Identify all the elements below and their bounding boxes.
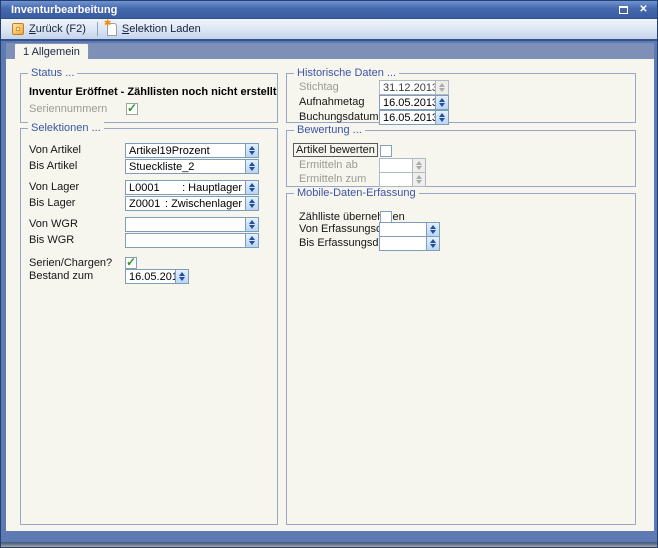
bis-artikel-label: Bis Artikel xyxy=(29,160,77,172)
aufnahmetag-label: Aufnahmetag xyxy=(299,96,364,108)
group-mobile-title: Mobile-Daten-Erfassung xyxy=(294,187,419,200)
bis-erfassungsdatum-spinner[interactable] xyxy=(426,236,440,251)
seriennummern-checkbox xyxy=(126,103,138,115)
ermitteln-ab-label: Ermitteln ab xyxy=(299,159,358,171)
stichtag-spinner xyxy=(435,80,449,95)
von-wgr-label: Von WGR xyxy=(29,218,78,230)
group-status-title: Status ... xyxy=(28,67,77,80)
restore-icon xyxy=(619,6,628,14)
bestand-zum-label: Bestand zum xyxy=(29,270,93,282)
restore-button[interactable] xyxy=(617,4,630,16)
bis-lager-code: Z0001 xyxy=(129,198,165,210)
von-erfassungsdatum-spinner[interactable] xyxy=(426,222,440,237)
bis-lager-label: Bis Lager xyxy=(29,197,75,209)
serien-chargen-label: Serien/Chargen? xyxy=(29,257,112,269)
buchungsdatum-label: Buchungsdatum xyxy=(299,111,379,123)
ermitteln-zum-field xyxy=(379,172,426,187)
bis-artikel-spinner[interactable] xyxy=(245,159,259,174)
von-erfassungsdatum-field[interactable] xyxy=(379,222,440,237)
bis-lager-spinner[interactable] xyxy=(245,196,259,211)
stichtag-field: 31.12.2013 /Di xyxy=(379,80,449,95)
bis-lager-field[interactable]: Z0001: Zwischenlager xyxy=(125,196,259,211)
bis-erfassungsdatum-value[interactable] xyxy=(379,236,427,251)
ermitteln-zum-value xyxy=(379,172,413,187)
tab-strip: 1 Allgemein xyxy=(6,43,654,59)
von-lager-field[interactable]: L0001: Hauptlager xyxy=(125,180,259,195)
von-wgr-value[interactable] xyxy=(125,217,246,232)
load-selection-label: Selektion Laden xyxy=(122,23,201,35)
bis-erfassungsdatum-field[interactable] xyxy=(379,236,440,251)
ermitteln-zum-spinner xyxy=(412,172,426,187)
buchungsdatum-value[interactable]: 16.05.2013 /Do xyxy=(379,110,436,125)
group-selektionen: Selektionen ... Von Artikel Artikel19Pro… xyxy=(20,128,278,525)
buchungsdatum-field[interactable]: 16.05.2013 /Do xyxy=(379,110,449,125)
von-artikel-value[interactable]: Artikel19Prozent xyxy=(125,143,246,158)
artikel-bewerten-label: Artikel bewerten xyxy=(293,143,378,157)
group-historische-daten: Historische Daten ... Stichtag 31.12.201… xyxy=(286,73,636,123)
aufnahmetag-value[interactable]: 16.05.2013 /Do xyxy=(379,95,436,110)
artikel-bewerten-checkbox[interactable] xyxy=(380,145,392,157)
window-bottom-shadow xyxy=(1,542,658,547)
app-window: Inventurbearbeitung Zurück (F2) Selektio… xyxy=(0,0,658,548)
group-status: Status ... Inventur Eröffnet - Zählliste… xyxy=(20,73,278,123)
von-artikel-spinner[interactable] xyxy=(245,143,259,158)
von-wgr-spinner[interactable] xyxy=(245,217,259,232)
ermitteln-ab-spinner xyxy=(412,158,426,173)
window-title: Inventurbearbeitung xyxy=(11,4,117,16)
back-button-label: Zurück (F2) xyxy=(29,23,86,35)
aufnahmetag-spinner[interactable] xyxy=(435,95,449,110)
von-artikel-field[interactable]: Artikel19Prozent xyxy=(125,143,259,158)
group-historische-title: Historische Daten ... xyxy=(294,67,399,80)
von-lager-name: : Hauptlager xyxy=(182,182,242,194)
bis-wgr-field[interactable] xyxy=(125,233,259,248)
bestand-zum-field[interactable]: 16.05.2013 /Do xyxy=(125,269,189,284)
stichtag-label: Stichtag xyxy=(299,81,339,93)
von-artikel-label: Von Artikel xyxy=(29,144,81,156)
aufnahmetag-field[interactable]: 16.05.2013 /Do xyxy=(379,95,449,110)
page-allgemein: Status ... Inventur Eröffnet - Zählliste… xyxy=(6,59,654,531)
von-wgr-field[interactable] xyxy=(125,217,259,232)
status-message: Inventur Eröffnet - Zähllisten noch nich… xyxy=(29,86,277,98)
buchungsdatum-spinner[interactable] xyxy=(435,110,449,125)
back-button[interactable]: Zurück (F2) xyxy=(7,20,93,38)
group-selektionen-title: Selektionen ... xyxy=(28,122,104,135)
ermitteln-ab-field xyxy=(379,158,426,173)
von-lager-spinner[interactable] xyxy=(245,180,259,195)
bestand-zum-value[interactable]: 16.05.2013 /Do xyxy=(125,269,176,284)
serien-chargen-checkbox[interactable] xyxy=(125,257,137,269)
von-lager-label: Von Lager xyxy=(29,181,79,193)
bestand-zum-spinner[interactable] xyxy=(175,269,189,284)
load-selection-icon xyxy=(107,23,117,36)
toolbar: Zurück (F2) Selektion Laden xyxy=(1,19,657,41)
bis-wgr-spinner[interactable] xyxy=(245,233,259,248)
bis-lager-name: : Zwischenlager xyxy=(165,198,242,210)
ermitteln-zum-label: Ermitteln zum xyxy=(299,173,366,185)
von-lager-code: L0001 xyxy=(129,182,182,194)
toolbar-separator xyxy=(97,22,98,36)
seriennummern-label: Seriennummern xyxy=(29,103,107,115)
stichtag-value: 31.12.2013 /Di xyxy=(379,80,436,95)
back-icon xyxy=(12,23,24,35)
group-bewertung: Bewertung ... Artikel bewerten Ermitteln… xyxy=(286,130,636,187)
title-bar: Inventurbearbeitung xyxy=(1,1,657,19)
von-erfassungsdatum-value[interactable] xyxy=(379,222,427,237)
bis-artikel-value[interactable]: Stueckliste_2 xyxy=(125,159,246,174)
bis-wgr-value[interactable] xyxy=(125,233,246,248)
tab-allgemein[interactable]: 1 Allgemein xyxy=(14,43,89,59)
close-button[interactable] xyxy=(637,4,650,16)
ermitteln-ab-value xyxy=(379,158,413,173)
bis-wgr-label: Bis WGR xyxy=(29,234,74,246)
group-mobile-daten: Mobile-Daten-Erfassung Zählliste überneh… xyxy=(286,193,636,525)
bis-artikel-field[interactable]: Stueckliste_2 xyxy=(125,159,259,174)
group-bewertung-title: Bewertung ... xyxy=(294,124,365,137)
load-selection-button[interactable]: Selektion Laden xyxy=(102,20,208,39)
